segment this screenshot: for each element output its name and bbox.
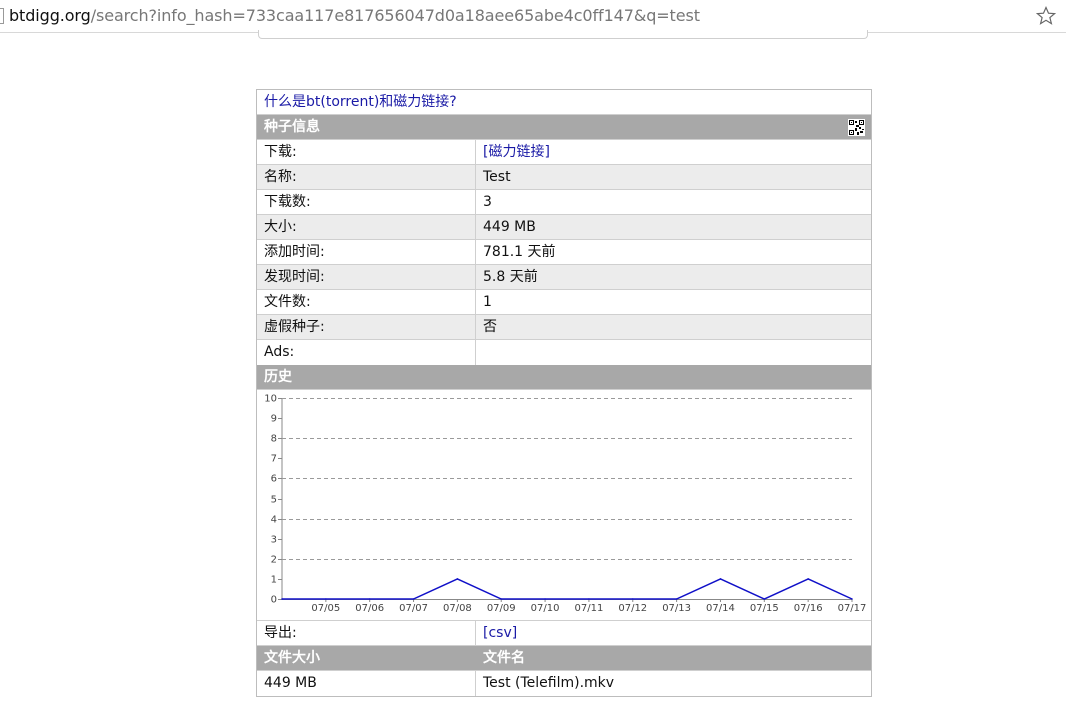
y-tick-label: 3 [271,535,277,546]
export-label: 导出: [257,621,476,645]
data-point [763,598,766,600]
x-tick-label: 07/17 [838,603,867,614]
info-row-discovered: 发现时间: 5.8 天前 [257,265,871,290]
toolbar-strip [258,30,868,39]
csv-export-link[interactable]: [csv] [483,625,517,641]
info-label: 发现时间: [257,265,476,289]
what-is-torrent-link[interactable]: 什么是bt(torrent)和磁力链接? [264,94,457,110]
info-value [476,340,871,365]
y-tick-label: 8 [271,434,277,445]
info-value: 5.8 天前 [483,269,538,285]
data-point [325,598,327,600]
export-row: 导出: [csv] [257,621,871,646]
history-header-label: 历史 [264,369,292,385]
file-row: 449 MB Test (Telefilm).mkv [257,671,871,696]
info-table: 下载: [磁力链接] 名称: Test 下载数: 3 大小: 449 MB 添加时间: 7… [257,140,871,365]
x-tick-label: 07/14 [706,603,735,614]
info-value: 781.1 天前 [483,244,556,260]
y-tick-label: 6 [271,474,277,485]
x-tick-label: 07/10 [531,603,560,614]
x-tick-label: 07/11 [575,603,604,614]
x-tick-label: 07/07 [399,603,428,614]
info-row-downloads: 下载数: 3 [257,190,871,215]
bookmark-star-icon[interactable] [1036,6,1056,26]
files-header: 文件大小 文件名 [257,646,871,671]
info-label: Ads: [257,340,476,365]
info-header-label: 种子信息 [264,119,320,135]
history-header: 历史 [257,365,871,390]
data-point [544,598,546,600]
data-point [588,598,590,600]
data-point [500,598,503,600]
x-tick-label: 07/16 [794,603,823,614]
data-point [456,578,459,580]
info-header: 种子信息 [257,115,871,140]
x-tick-label: 07/09 [487,603,516,614]
data-point [412,598,415,600]
y-tick-label: 4 [271,515,277,526]
info-label: 下载数: [257,190,476,214]
data-point [719,578,722,580]
info-value: 1 [483,294,492,310]
info-value: 3 [483,194,492,210]
files-header-size: 文件大小 [264,650,320,666]
info-label: 下载: [257,140,476,164]
x-tick-label: 07/08 [443,603,472,614]
y-tick-label: 7 [271,454,277,465]
info-row-added: 添加时间: 781.1 天前 [257,240,871,265]
file-name: Test (Telefilm).mkv [483,675,615,691]
y-tick-label: 9 [271,414,277,425]
page-icon [0,8,4,24]
data-point [281,598,283,600]
url-host: btdigg.org [9,6,91,25]
info-row-name: 名称: Test [257,165,871,190]
info-value: 否 [483,319,497,335]
x-tick-label: 07/13 [662,603,691,614]
data-point [368,598,371,600]
history-chart: 0 1 2 3 4 5 6 7 8 9 10 07/05 07/06 07/07 07/08 07/09 07/… [257,390,871,621]
magnet-link[interactable]: [磁力链接] [483,144,550,160]
info-label: 文件数: [257,290,476,314]
torrent-panel: 什么是bt(torrent)和磁力链接? 种子信息 下载: [磁力链接] 名称: T… [256,89,872,697]
info-row-file-count: 文件数: 1 [257,290,871,315]
files-header-name: 文件名 [483,650,525,666]
y-tick-label: 1 [271,575,277,586]
info-row-size: 大小: 449 MB [257,215,871,240]
info-label: 名称: [257,165,476,189]
file-size: 449 MB [257,671,476,696]
info-label: 虚假种子: [257,315,476,339]
info-label: 添加时间: [257,240,476,264]
x-tick-label: 07/12 [618,603,647,614]
x-tick-label: 07/06 [355,603,384,614]
info-label: 大小: [257,215,476,239]
x-tick-label: 07/15 [750,603,779,614]
url-text[interactable]: btdigg.org/search?info_hash=733caa117e81… [9,6,700,25]
info-value: Test [483,169,511,185]
info-value: 449 MB [483,219,536,235]
y-tick-label: 5 [271,495,277,506]
x-tick-label: 07/05 [311,603,340,614]
info-row-fake: 虚假种子: 否 [257,315,871,340]
url-path: /search?info_hash=733caa117e817656047d0a… [90,6,700,25]
data-point [631,598,634,600]
data-point [807,578,809,580]
history-chart-svg: 0 1 2 3 4 5 6 7 8 9 10 07/05 07/06 07/07 07/08 07/09 07/… [264,394,867,615]
info-row-download: 下载: [磁力链接] [257,140,871,165]
qr-code-icon[interactable] [848,119,865,136]
data-point [851,598,853,600]
address-bar[interactable]: btdigg.org/search?info_hash=733caa117e81… [0,0,1066,33]
y-tick-label: 0 [271,595,277,606]
y-tick-label: 10 [264,394,277,405]
y-tick-label: 2 [271,555,277,566]
series-line [282,578,853,600]
data-point [675,598,678,600]
info-row-ads: Ads: [257,340,871,365]
